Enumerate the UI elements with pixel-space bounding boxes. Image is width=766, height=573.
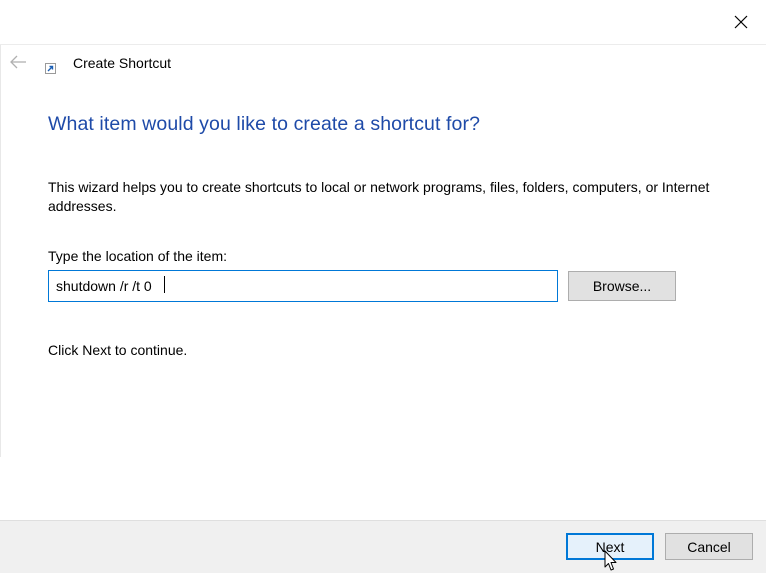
back-button[interactable] (8, 52, 28, 72)
shortcut-icon (45, 63, 56, 74)
wizard-description: This wizard helps you to create shortcut… (48, 179, 710, 214)
text-caret (164, 276, 165, 293)
close-icon (734, 15, 748, 29)
location-label: Type the location of the item: (48, 248, 227, 264)
page-heading: What item would you like to create a sho… (48, 113, 481, 135)
browse-button[interactable]: Browse... (568, 271, 676, 301)
wizard-footer: Next Cancel (0, 520, 766, 573)
continue-instruction: Click Next to continue. (48, 342, 188, 358)
back-arrow-icon (10, 55, 26, 69)
location-input[interactable] (48, 270, 558, 302)
cancel-button[interactable]: Cancel (665, 533, 753, 560)
wizard-title: Create Shortcut (73, 55, 172, 71)
close-button[interactable] (718, 0, 764, 44)
create-shortcut-window: Create Shortcut What item would you like… (0, 0, 766, 573)
next-button[interactable]: Next (566, 533, 654, 560)
title-bar (0, 0, 766, 45)
wizard-header: Create Shortcut (0, 45, 766, 81)
